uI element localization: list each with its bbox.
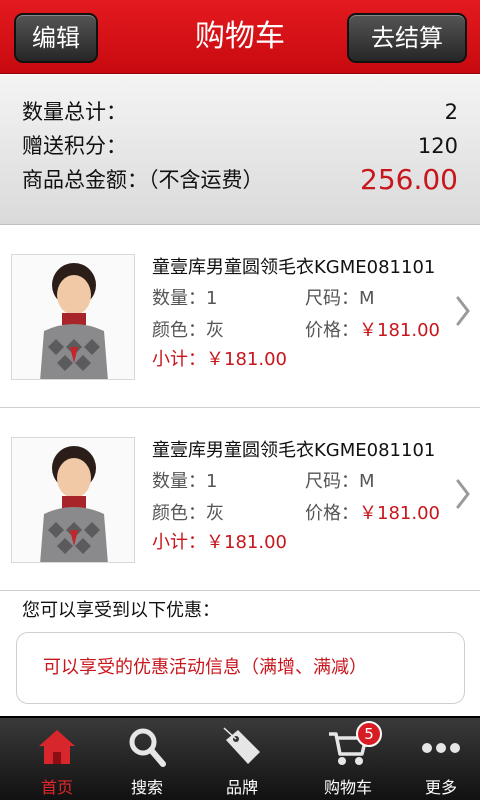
tab-label: 搜索 bbox=[130, 778, 163, 797]
subtotal-attr: 小计：￥181.00 bbox=[152, 346, 287, 374]
color-value: 灰 bbox=[206, 320, 224, 341]
bottom-tab-bar: 首页 搜索 品牌 5 购物车 更多 bbox=[0, 716, 480, 800]
checkout-button[interactable]: 去结算 bbox=[347, 13, 467, 63]
cart-item[interactable]: 童壹库男童圆领毛衣KGME081101 数量：1 尺码：M 颜色：灰 价格：￥1… bbox=[0, 226, 480, 408]
quantity-attr: 数量：1 bbox=[152, 285, 217, 313]
points-label: 赠送积分： bbox=[22, 134, 127, 158]
qty-value: 1 bbox=[206, 288, 218, 309]
size-attr: 尺码：M bbox=[305, 285, 375, 313]
color-attr: 颜色：灰 bbox=[152, 317, 224, 345]
color-attr: 颜色：灰 bbox=[152, 500, 224, 528]
qty-label: 数量： bbox=[152, 288, 206, 309]
quantity-attr: 数量：1 bbox=[152, 468, 217, 496]
qty-value: 1 bbox=[206, 471, 218, 492]
product-image bbox=[11, 254, 135, 380]
points-row: 赠送积分： 120 bbox=[22, 129, 458, 163]
subtotal-value: ￥181.00 bbox=[206, 349, 287, 370]
total-row: 商品总金额：（不含运费） 256.00 bbox=[22, 163, 458, 197]
quantity-row: 数量总计： 2 bbox=[22, 95, 458, 129]
tab-brand[interactable]: 品牌 bbox=[194, 718, 290, 800]
chevron-right-icon[interactable] bbox=[456, 479, 470, 509]
edit-button[interactable]: 编辑 bbox=[14, 13, 98, 63]
size-value: M bbox=[359, 471, 375, 492]
quantity-value: 2 bbox=[444, 100, 458, 124]
promo-box[interactable]: 可以享受的优惠活动信息（满增、满减） bbox=[16, 632, 465, 704]
home-icon bbox=[39, 730, 75, 764]
size-value: M bbox=[359, 288, 375, 309]
price-attr: 价格：￥181.00 bbox=[305, 500, 440, 528]
size-label: 尺码： bbox=[305, 288, 359, 309]
subtotal-label: 小计： bbox=[152, 349, 206, 370]
price-label: 价格： bbox=[305, 320, 359, 341]
size-attr: 尺码：M bbox=[305, 468, 375, 496]
cart-summary: 数量总计： 2 赠送积分： 120 商品总金额：（不含运费） 256.00 bbox=[0, 75, 480, 225]
product-name: 童壹库男童圆领毛衣KGME081101 bbox=[152, 257, 436, 278]
subtotal-value: ￥181.00 bbox=[206, 532, 287, 553]
tab-label: 购物车 bbox=[323, 778, 372, 797]
header-bar: 购物车 编辑 去结算 bbox=[0, 0, 480, 74]
color-label: 颜色： bbox=[152, 503, 206, 524]
product-image bbox=[11, 437, 135, 563]
price-attr: 价格：￥181.00 bbox=[305, 317, 440, 345]
price-label: 价格： bbox=[305, 503, 359, 524]
tag-icon bbox=[223, 727, 260, 764]
color-value: 灰 bbox=[206, 503, 224, 524]
color-label: 颜色： bbox=[152, 320, 206, 341]
size-label: 尺码： bbox=[305, 471, 359, 492]
cart-badge: 5 bbox=[356, 721, 382, 747]
tab-label: 更多 bbox=[424, 778, 457, 797]
subtotal-attr: 小计：￥181.00 bbox=[152, 529, 287, 557]
tab-cart[interactable]: 5 购物车 bbox=[300, 718, 396, 800]
subtotal-label: 小计： bbox=[152, 532, 206, 553]
total-value: 256.00 bbox=[360, 163, 458, 196]
cart-item[interactable]: 童壹库男童圆领毛衣KGME081101 数量：1 尺码：M 颜色：灰 价格：￥1… bbox=[0, 409, 480, 591]
price-value: ￥181.00 bbox=[359, 503, 440, 524]
total-label: 商品总金额：（不含运费） bbox=[22, 168, 264, 192]
more-icon bbox=[422, 743, 460, 753]
search-icon bbox=[129, 728, 166, 767]
qty-label: 数量： bbox=[152, 471, 206, 492]
promo-title: 您可以享受到以下优惠： bbox=[22, 600, 220, 621]
price-value: ￥181.00 bbox=[359, 320, 440, 341]
product-name: 童壹库男童圆领毛衣KGME081101 bbox=[152, 440, 436, 461]
chevron-right-icon[interactable] bbox=[456, 296, 470, 326]
points-value: 120 bbox=[417, 134, 458, 158]
tab-search[interactable]: 搜索 bbox=[99, 718, 195, 800]
tab-label: 品牌 bbox=[225, 778, 258, 797]
tab-label: 首页 bbox=[40, 778, 73, 797]
tab-more[interactable]: 更多 bbox=[393, 718, 480, 800]
promo-text: 可以享受的优惠活动信息（满增、满减） bbox=[43, 657, 367, 678]
quantity-label: 数量总计： bbox=[22, 100, 127, 124]
tab-home[interactable]: 首页 bbox=[9, 718, 105, 800]
